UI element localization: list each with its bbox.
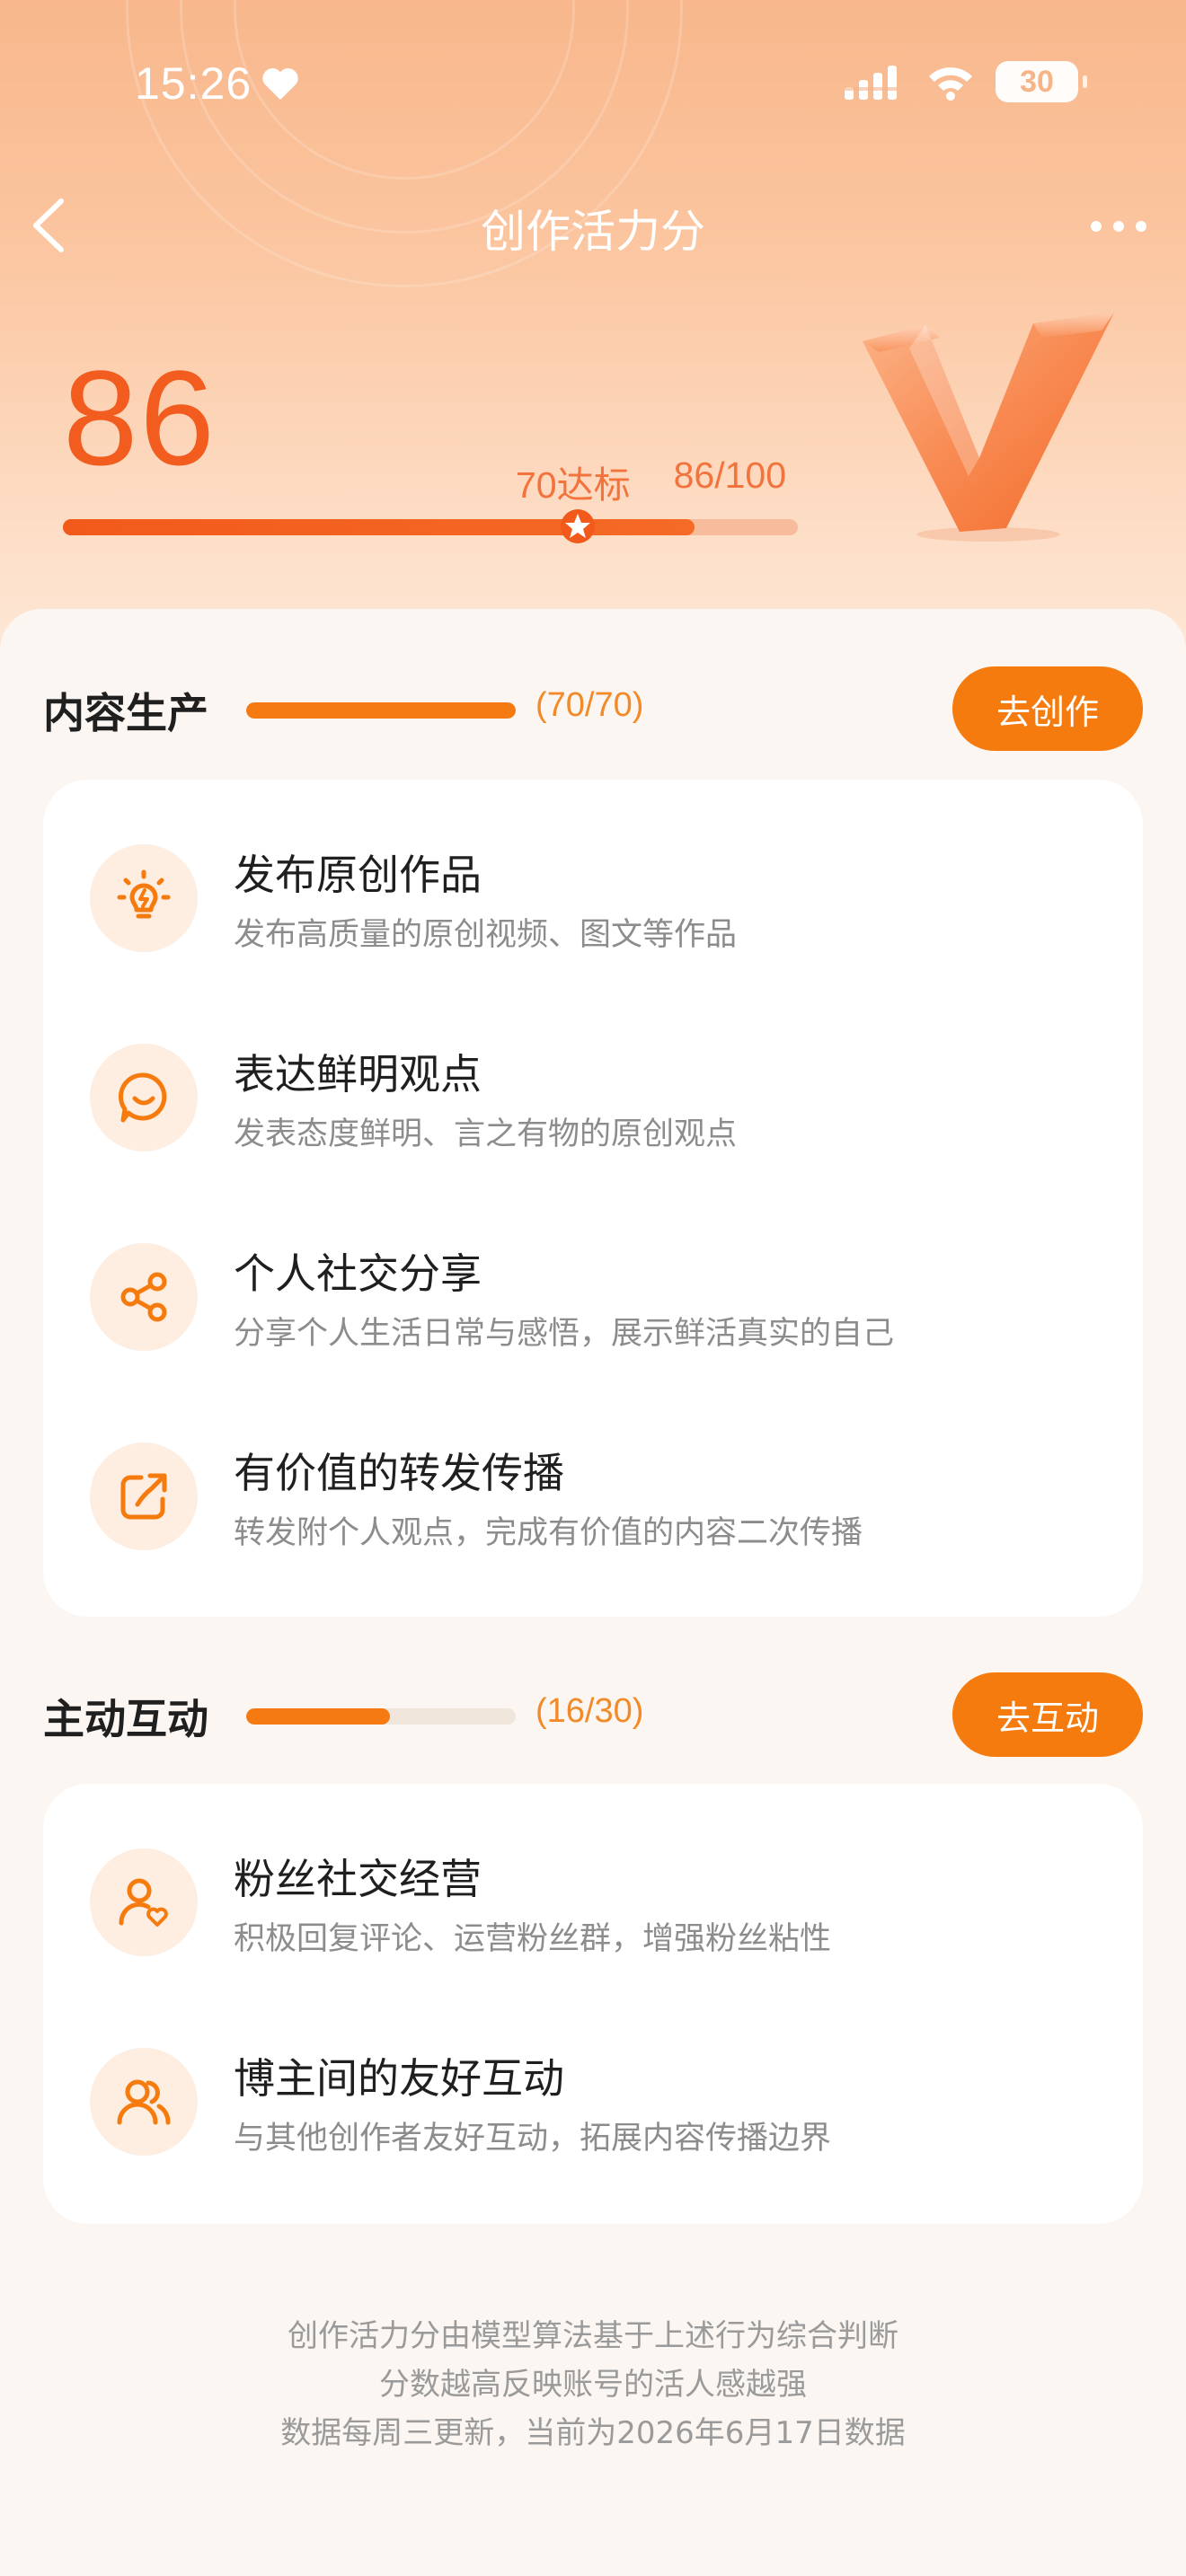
- task-title: 博主间的友好互动: [234, 2054, 564, 2103]
- status-time: 15:26: [135, 57, 300, 110]
- task-description: 发表态度鲜明、言之有物的原创观点: [234, 1116, 738, 1152]
- lightbulb-icon: [90, 844, 198, 952]
- task-card: 发布原创作品 发布高质量的原创视频、图文等作品 表达鲜明观点 发表态度鲜明、言之…: [43, 780, 1143, 1617]
- section-count: (16/30): [535, 1692, 644, 1730]
- forward-icon: [90, 1442, 198, 1550]
- footer-line: 创作活力分由模型算法基于上述行为综合判断: [288, 2318, 898, 2354]
- go-create-button[interactable]: 去创作: [952, 666, 1143, 751]
- heart-icon: [262, 68, 298, 101]
- task-item-social-share[interactable]: 个人社交分享 分享个人生活日常与感悟，展示鲜活真实的自己: [43, 1218, 1143, 1362]
- task-item-express-opinion[interactable]: 表达鲜明观点 发表态度鲜明、言之有物的原创观点: [43, 1019, 1143, 1162]
- go-interact-button[interactable]: 去互动: [952, 1672, 1143, 1757]
- wifi-icon: [929, 67, 972, 101]
- task-title: 个人社交分享: [234, 1249, 482, 1298]
- clock-text: 15:26: [135, 58, 252, 109]
- section-title: 内容生产: [43, 689, 208, 737]
- fan-heart-icon: [90, 1848, 198, 1956]
- section-content-production: 内容生产 (70/70) 去创作: [43, 666, 1143, 753]
- task-item-publish-original[interactable]: 发布原创作品 发布高质量的原创视频、图文等作品: [43, 819, 1143, 963]
- v-badge-icon: [863, 313, 1114, 542]
- task-description: 与其他创作者友好互动，拓展内容传播边界: [234, 2121, 832, 2157]
- task-title: 表达鲜明观点: [234, 1050, 482, 1098]
- section-progress-fill: [246, 702, 516, 719]
- footer-note: 创作活力分由模型算法基于上述行为综合判断 分数越高反映账号的活人感越强 数据每周…: [0, 2312, 1186, 2457]
- task-title: 有价值的转发传播: [234, 1449, 564, 1497]
- score-value: 86: [63, 342, 217, 493]
- task-title: 发布原创作品: [234, 851, 482, 899]
- signal-icon: [845, 66, 897, 100]
- section-progress-bar: [246, 702, 516, 719]
- smile-chat-icon: [90, 1044, 198, 1151]
- score-progress-bar: [63, 509, 798, 543]
- status-icons: 30: [843, 61, 1087, 102]
- battery-level: 30: [1020, 64, 1054, 99]
- footer-line: 数据每周三更新，当前为2026年6月17日数据: [280, 2415, 906, 2451]
- footer-line: 分数越高反映账号的活人感越强: [379, 2367, 807, 2403]
- section-progress-bar: [246, 1708, 516, 1725]
- section-count: (70/70): [535, 686, 644, 724]
- task-description: 积极回复评论、运营粉丝群，增强粉丝粘性: [234, 1921, 832, 1957]
- share-icon: [90, 1243, 198, 1351]
- task-item-blogger-interaction[interactable]: 博主间的友好互动 与其他创作者友好互动，拓展内容传播边界: [43, 2023, 1143, 2166]
- progress-label: 86/100: [673, 454, 787, 496]
- task-description: 转发附个人观点，完成有价值的内容二次传播: [234, 1515, 863, 1551]
- score-progress-fill: [63, 519, 695, 535]
- target-star-icon: [560, 509, 595, 543]
- page-title: 创作活力分: [481, 206, 705, 258]
- score-labels: 70达标 86/100: [516, 454, 786, 508]
- section-title: 主动互动: [43, 1695, 208, 1743]
- task-card: 粉丝社交经营 积极回复评论、运营粉丝群，增强粉丝粘性 博主间的友好互动 与其他创…: [43, 1784, 1143, 2224]
- section-active-interaction: 主动互动 (16/30) 去互动: [43, 1672, 1143, 1759]
- task-description: 发布高质量的原创视频、图文等作品: [234, 917, 738, 953]
- more-icon[interactable]: [1087, 216, 1150, 237]
- task-title: 粉丝社交经营: [234, 1855, 482, 1903]
- task-item-valuable-forward[interactable]: 有价值的转发传播 转发附个人观点，完成有价值的内容二次传播: [43, 1417, 1143, 1561]
- target-label: 70达标: [516, 464, 631, 506]
- task-description: 分享个人生活日常与感悟，展示鲜活真实的自己: [234, 1316, 895, 1352]
- battery-icon: 30: [996, 61, 1087, 102]
- users-icon: [90, 2048, 198, 2156]
- section-progress-fill: [246, 1708, 390, 1725]
- task-item-fan-social[interactable]: 粉丝社交经营 积极回复评论、运营粉丝群，增强粉丝粘性: [43, 1823, 1143, 1967]
